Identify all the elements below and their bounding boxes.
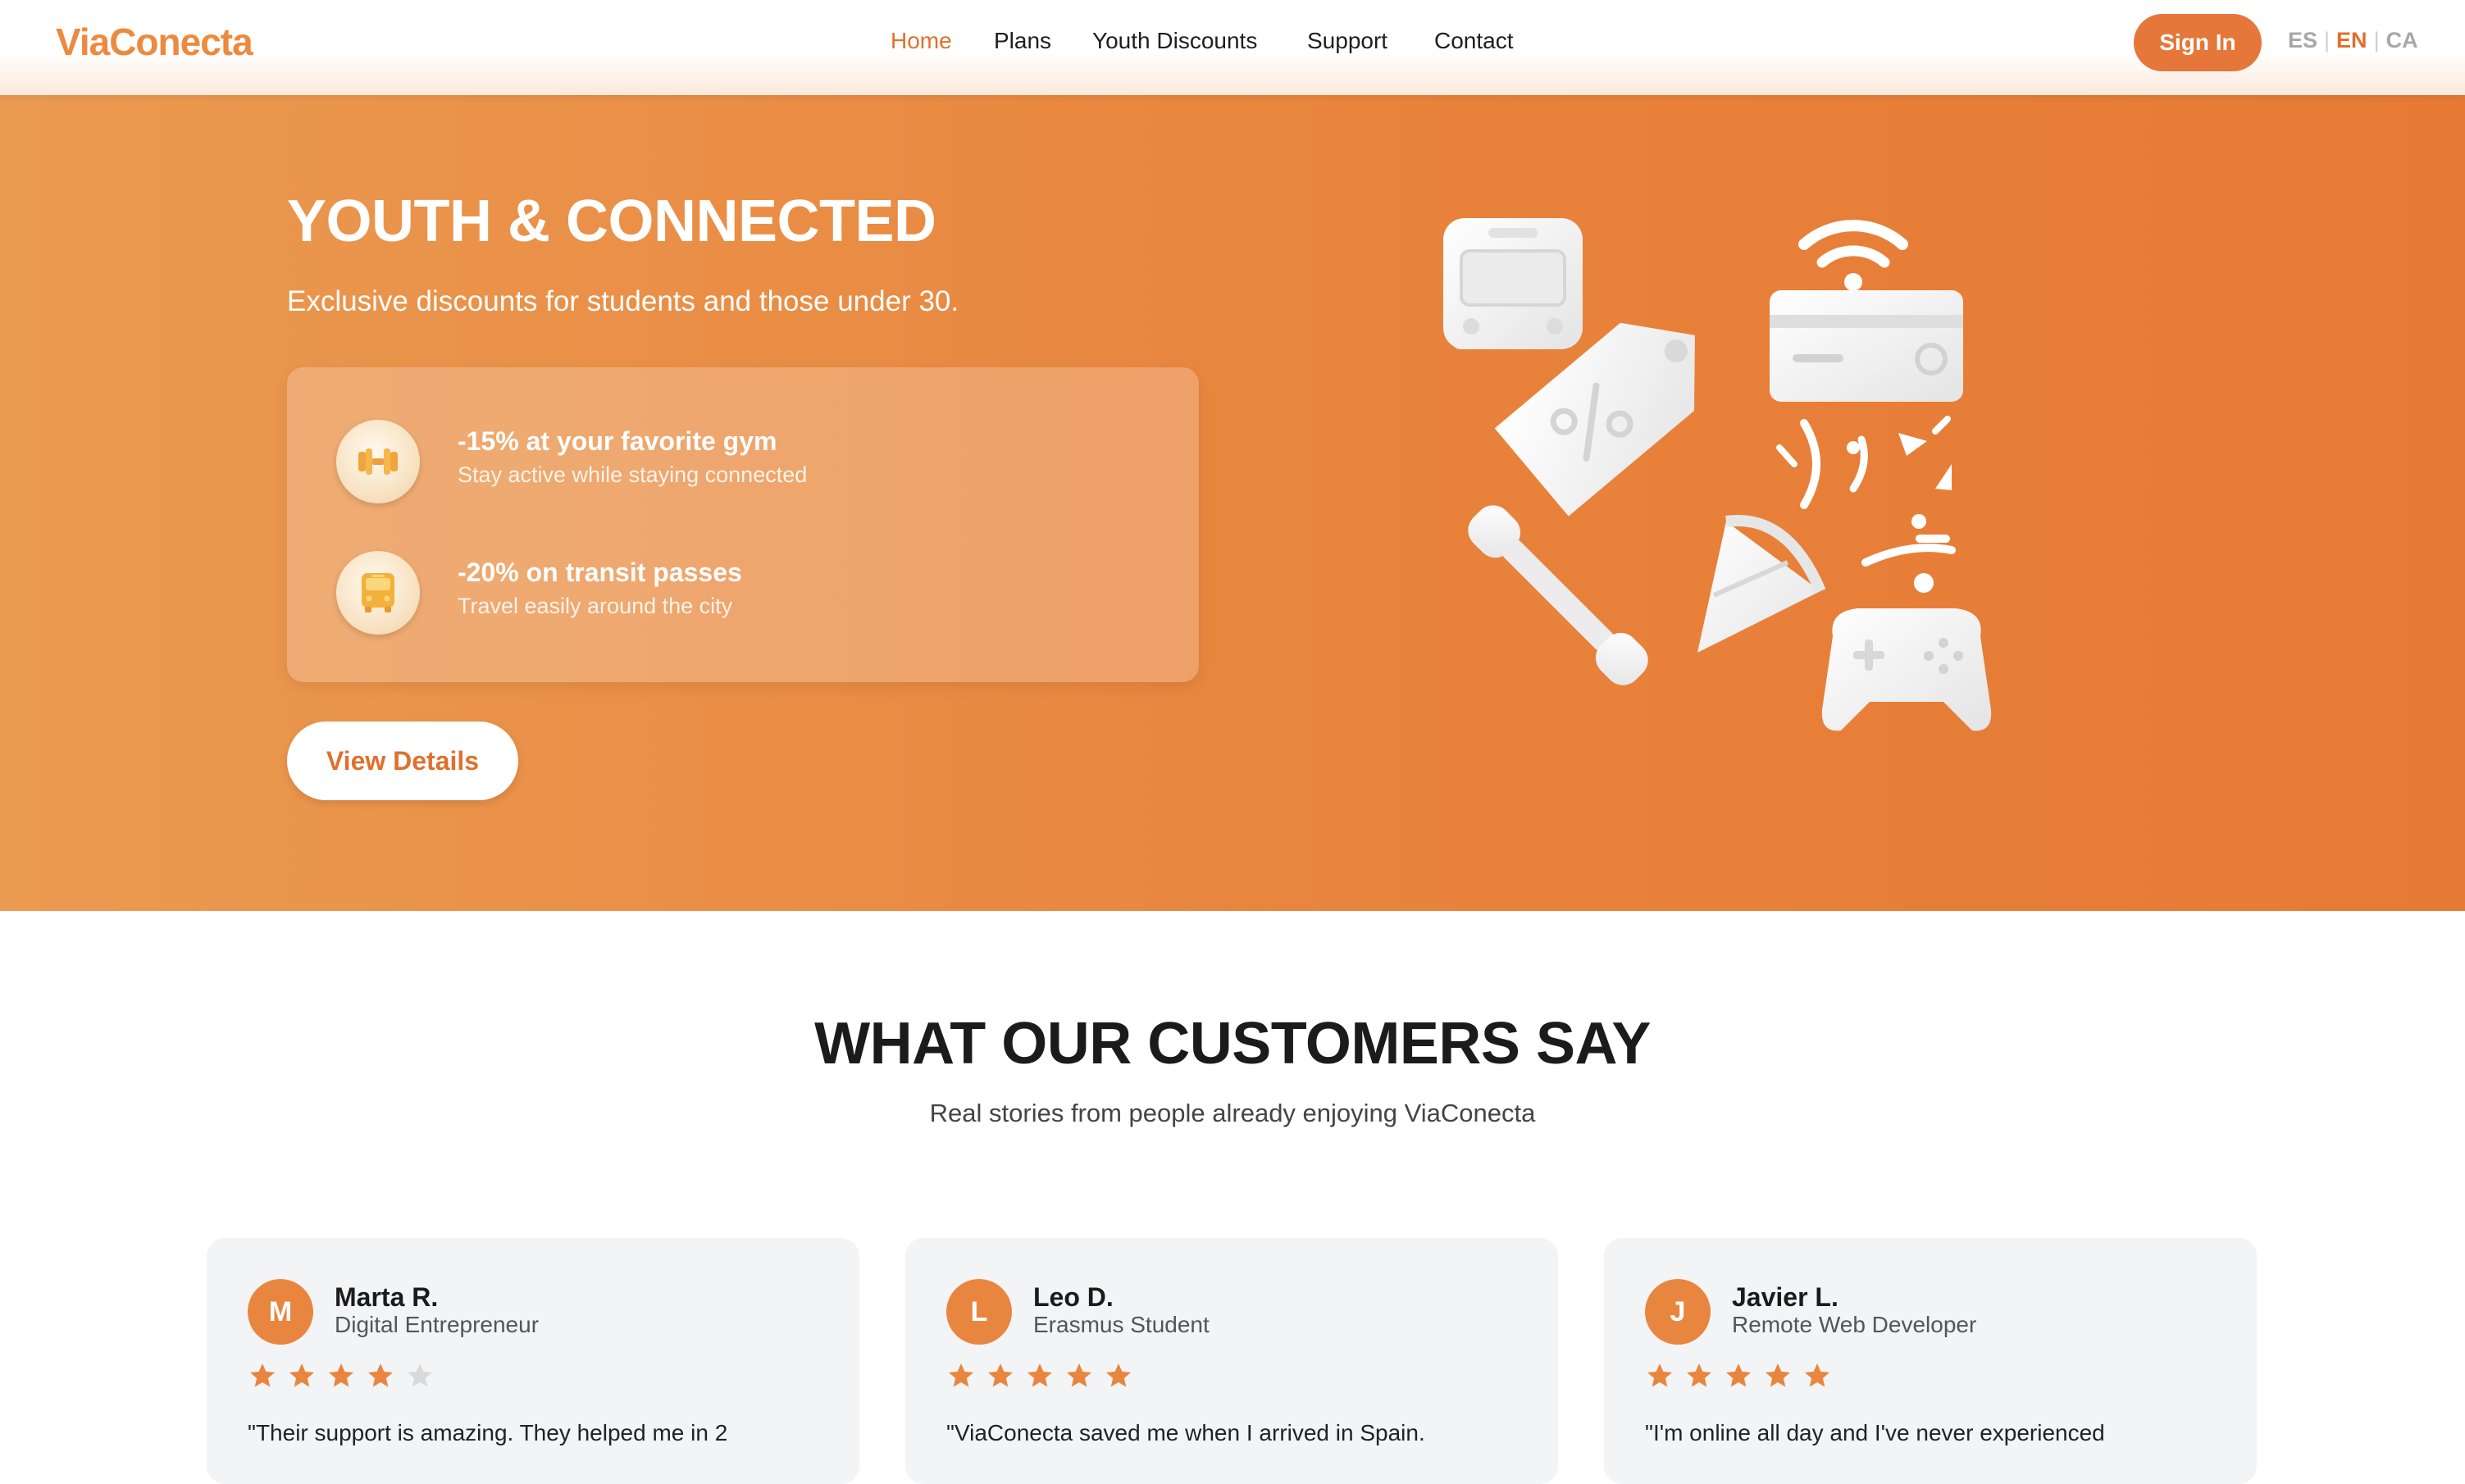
nav-item-contact[interactable]: Contact — [1434, 28, 1514, 54]
offers-panel: -15% at your favorite gym Stay active wh… — [287, 367, 1199, 682]
lang-option-ca[interactable]: CA — [2386, 28, 2418, 52]
nav-item-support[interactable]: Support — [1307, 28, 1387, 54]
customer-role: Remote Web Developer — [1732, 1312, 1977, 1337]
gamepad-icon — [1821, 608, 1992, 731]
testimonial-quote: "I'm online all day and I've never exper… — [1645, 1420, 2105, 1445]
testimonial-card: L Leo D. Erasmus Student "ViaConecta sav… — [905, 1238, 1558, 1484]
star-filled-icon — [988, 1363, 1013, 1387]
bus-icon — [1443, 218, 1583, 349]
star-filled-icon — [1687, 1363, 1711, 1387]
star-filled-icon — [1027, 1363, 1052, 1387]
star-filled-icon — [1766, 1363, 1790, 1387]
star-filled-icon — [250, 1363, 275, 1387]
avatar: L — [946, 1279, 1012, 1345]
hero-section: YOUTH & CONNECTED Exclusive discounts fo… — [0, 95, 2465, 911]
star-filled-icon — [949, 1363, 973, 1387]
testimonials-title: WHAT OUR CUSTOMERS SAY — [814, 1011, 1651, 1077]
testimonial-quote: "ViaConecta saved me when I arrived in S… — [946, 1420, 1425, 1445]
language-switcher: ES | EN | CA — [2288, 28, 2418, 53]
offer-description: Stay active while staying connected — [458, 462, 808, 487]
nav-item-home[interactable]: Home — [891, 28, 952, 54]
lang-separator: | — [2373, 28, 2380, 52]
star-filled-icon — [1106, 1363, 1131, 1387]
offer-item-gym: -15% at your favorite gym Stay active wh… — [336, 420, 1156, 518]
bus-icon — [336, 551, 420, 635]
star-filled-icon — [1726, 1363, 1751, 1387]
sign-in-button[interactable]: Sign In — [2134, 14, 2262, 71]
hero-title: YOUTH & CONNECTED — [287, 189, 936, 254]
star-filled-icon — [289, 1363, 314, 1387]
nav-item-plans[interactable]: Plans — [994, 28, 1051, 54]
lang-option-es[interactable]: ES — [2288, 28, 2317, 52]
dumbbell-icon — [336, 420, 420, 503]
top-navbar: ViaConecta Home Plans Youth Discounts Su… — [0, 0, 2465, 95]
star-filled-icon — [1805, 1363, 1829, 1387]
offer-description: Travel easily around the city — [458, 594, 733, 618]
hero-subtitle: Exclusive discounts for students and tho… — [287, 285, 959, 317]
lang-separator: | — [2324, 28, 2331, 52]
customer-role: Erasmus Student — [1033, 1312, 1210, 1337]
star-filled-icon — [1067, 1363, 1091, 1387]
star-filled-icon — [329, 1363, 353, 1387]
testimonial-quote: "Their support is amazing. They helped m… — [248, 1420, 728, 1445]
avatar: J — [1645, 1279, 1711, 1345]
brand-logo[interactable]: ViaConecta — [56, 20, 253, 64]
testimonial-card: J Javier L. Remote Web Developer "I'm on… — [1604, 1238, 2257, 1484]
offer-title: -15% at your favorite gym — [458, 426, 777, 456]
star-filled-icon — [1647, 1363, 1672, 1387]
customer-name: Leo D. — [1033, 1282, 1114, 1312]
view-details-button[interactable]: View Details — [287, 722, 518, 800]
wifi-card-icon — [1770, 220, 1963, 402]
offer-title: -20% on transit passes — [458, 558, 742, 587]
testimonials-subtitle: Real stories from people already enjoyin… — [929, 1099, 1536, 1127]
lang-option-en[interactable]: EN — [2336, 28, 2367, 52]
offer-item-transit: -20% on transit passes Travel easily aro… — [336, 551, 1156, 649]
customer-name: Marta R. — [335, 1282, 439, 1312]
customer-name: Javier L. — [1732, 1282, 1838, 1312]
testimonial-card: M Marta R. Digital Entrepreneur "Their s… — [207, 1238, 859, 1484]
avatar: M — [248, 1279, 313, 1345]
star-filled-icon — [368, 1363, 393, 1387]
customer-role: Digital Entrepreneur — [335, 1312, 540, 1337]
dumbbell-icon — [1468, 505, 1648, 685]
hero-illustration — [1443, 218, 1992, 731]
star-empty-icon — [408, 1363, 432, 1387]
nav-item-youth-discounts[interactable]: Youth Discounts — [1092, 28, 1257, 54]
